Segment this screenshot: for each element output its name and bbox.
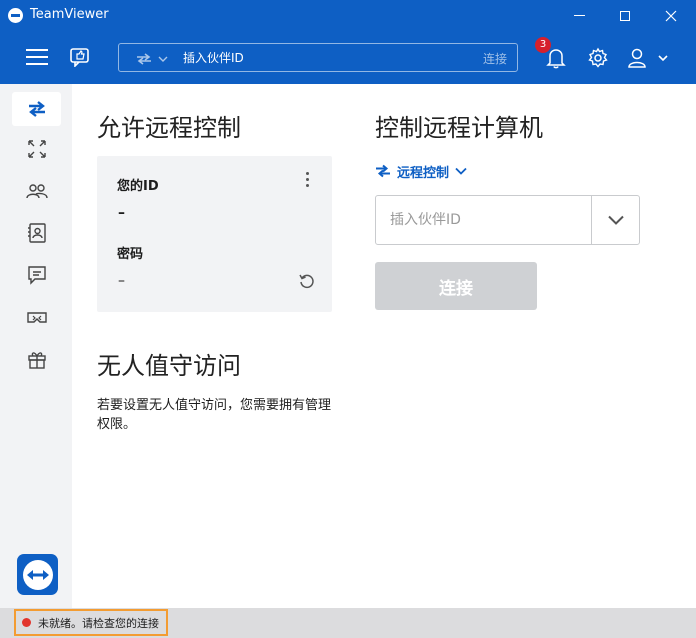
chevron-down-icon <box>608 215 624 225</box>
augmented-reality-icon <box>26 312 47 323</box>
account-menu[interactable] <box>626 47 672 69</box>
notification-count-badge: 3 <box>535 37 551 53</box>
password-label: 密码 <box>117 247 144 262</box>
unattended-access-description: 若要设置无人值守访问，您需要拥有管理权限。 <box>97 398 332 432</box>
sidebar-item-contacts[interactable] <box>12 174 61 208</box>
title-bar: TeamViewer <box>0 0 696 31</box>
close-icon <box>665 10 677 21</box>
connection-mode-dropdown[interactable] <box>135 51 173 65</box>
maximize-button[interactable] <box>602 0 648 31</box>
control-remote-heading: 控制远程计算机 <box>375 114 543 142</box>
your-id-value: – <box>118 205 125 221</box>
connect-button[interactable]: 连接 <box>375 262 537 310</box>
toolbar-connect-link[interactable]: 连接 <box>483 50 507 67</box>
sidebar-item-augmented-reality[interactable] <box>12 300 61 334</box>
menu-hamburger-icon[interactable] <box>26 49 48 65</box>
your-id-card: 您的ID – 密码 – <box>97 156 332 312</box>
remote-control-mode-dropdown[interactable]: 远程控制 <box>375 162 473 181</box>
allow-remote-heading: 允许远程控制 <box>97 114 241 142</box>
maximize-icon <box>620 10 630 21</box>
remote-control-icon <box>376 164 390 178</box>
partner-id-search-box[interactable]: 连接 <box>118 43 518 72</box>
settings-gear-icon[interactable] <box>587 47 609 69</box>
sidebar-item-gift[interactable] <box>12 342 61 376</box>
remote-control-mode-label: 远程控制 <box>397 165 450 181</box>
sidebar-item-meeting[interactable] <box>12 132 61 166</box>
sidebar-item-computers[interactable] <box>12 216 61 250</box>
unattended-access-heading: 无人值守访问 <box>97 352 241 380</box>
contacts-icon <box>25 184 48 199</box>
partner-id-input[interactable] <box>390 209 580 231</box>
sidebar-item-chat[interactable] <box>12 258 61 292</box>
minimize-icon <box>573 15 585 16</box>
chevron-down-icon <box>455 167 467 175</box>
meeting-expand-icon <box>27 140 46 158</box>
window-title: TeamViewer <box>30 7 109 22</box>
refresh-password-icon[interactable] <box>298 272 316 290</box>
status-text: 未就绪。请检查您的连接 <box>38 616 159 630</box>
partner-history-dropdown-button[interactable] <box>592 196 640 244</box>
teamviewer-logo <box>17 554 58 595</box>
more-options-icon[interactable] <box>304 172 310 190</box>
partner-id-combobox[interactable] <box>375 195 640 245</box>
left-sidebar <box>0 84 72 608</box>
status-bar: 未就绪。请检查您的连接 <box>0 608 696 638</box>
computers-icon <box>27 223 46 243</box>
gift-icon <box>27 352 46 369</box>
connection-status[interactable]: 未就绪。请检查您的连接 <box>14 609 168 636</box>
main-toolbar: 连接 3 <box>0 31 696 84</box>
remote-control-icon <box>28 101 45 117</box>
teamviewer-app-icon <box>8 8 23 23</box>
toolbar-partner-id-input[interactable] <box>183 47 463 69</box>
status-indicator-dot <box>22 618 31 627</box>
feedback-icon[interactable] <box>69 47 91 68</box>
chat-icon <box>27 266 46 285</box>
close-button[interactable] <box>648 0 694 31</box>
minimize-button[interactable] <box>556 0 602 31</box>
your-id-label: 您的ID <box>117 179 159 194</box>
password-value: – <box>118 273 125 289</box>
sidebar-item-remote-control[interactable] <box>12 92 61 126</box>
